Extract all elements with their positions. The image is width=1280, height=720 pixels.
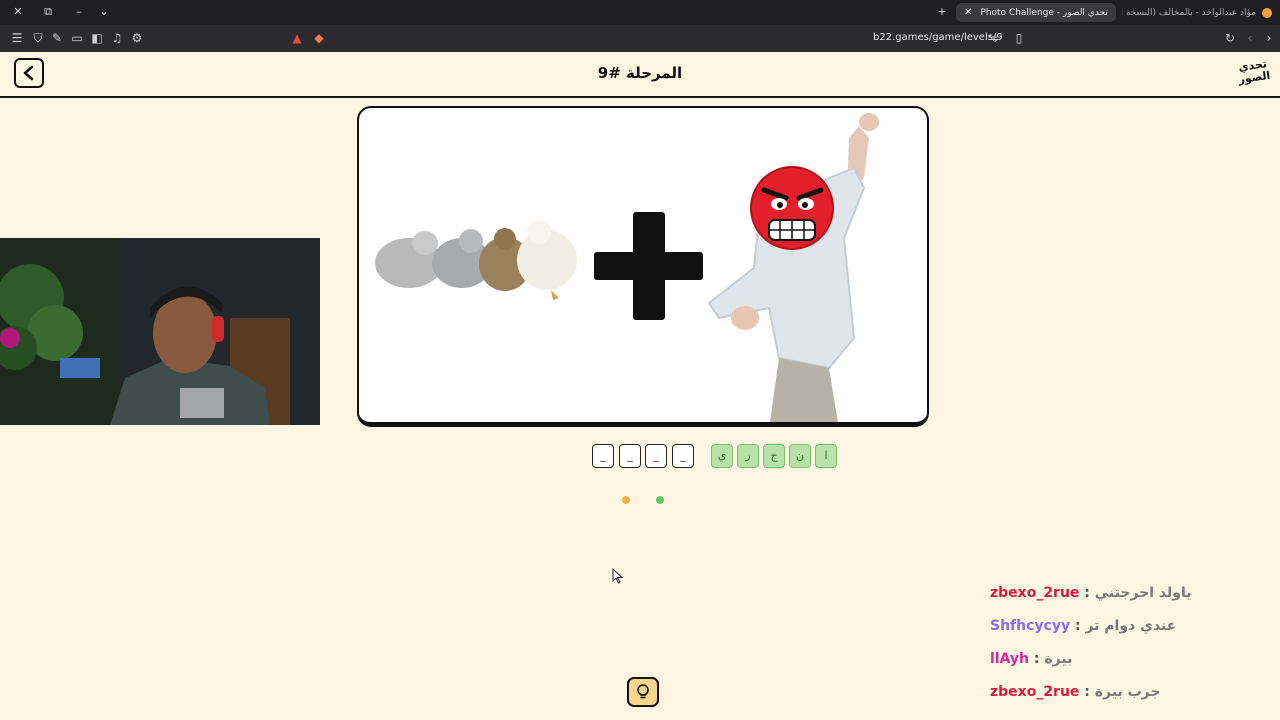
chat-text: بيرة xyxy=(1044,651,1073,667)
chat-separator: : xyxy=(1033,651,1045,667)
tabs-icon[interactable]: ▭ xyxy=(70,31,84,45)
letter-tile[interactable]: ي xyxy=(711,444,733,468)
forward-icon[interactable]: › xyxy=(1262,31,1276,45)
chicks-picture xyxy=(375,220,577,300)
game-logo[interactable]: تحدي الصور xyxy=(1234,57,1274,93)
puzzle-illustration xyxy=(375,113,879,422)
letter-tile[interactable]: ر xyxy=(737,444,759,468)
progress-dot xyxy=(622,496,630,504)
webcam-overlay xyxy=(0,238,320,425)
plus-icon xyxy=(594,212,703,320)
chat-separator: : xyxy=(1084,585,1095,601)
answer-slot[interactable]: _ xyxy=(672,444,694,468)
tab-music[interactable]: مؤاد عبدالواحد - بالمخالف (النسخة الأ xyxy=(1122,3,1280,22)
chat-text: عندي دوام تر xyxy=(1085,618,1177,634)
chat-message: llAyh : بيرة xyxy=(990,651,1072,673)
pin-icon[interactable]: ✎ xyxy=(50,31,64,45)
progress-dot xyxy=(656,496,664,504)
close-window-icon[interactable]: ✕ xyxy=(11,5,25,19)
sidebar-icon[interactable]: ◧ xyxy=(90,31,104,45)
browser-tab-bar: ✕ ⧉ – ⌄ + ✕ Photo Challenge - تحدي الصور… xyxy=(0,0,1280,25)
chat-username: zbexo_2rue xyxy=(990,585,1080,601)
answer-slot[interactable]: _ xyxy=(619,444,641,468)
level-title: المرحلة #9 xyxy=(597,64,683,82)
chat-username: Shfhcycyy xyxy=(990,618,1071,634)
music-icon[interactable]: ♫ xyxy=(110,31,124,45)
tab-list-chevron-icon[interactable]: ⌄ xyxy=(97,5,111,19)
tune-icon[interactable]: ⇋ xyxy=(986,31,1000,45)
chat-message: zbexo_2rue : جرب بيرة xyxy=(990,684,1160,706)
chat-text: جرب بيرة xyxy=(1094,684,1161,700)
chat-username: llAyh xyxy=(990,651,1030,667)
restore-window-icon[interactable]: ⧉ xyxy=(41,5,55,19)
letter-tile[interactable]: ن xyxy=(789,444,811,468)
answer-slot[interactable]: _ xyxy=(592,444,614,468)
chat-username: zbexo_2rue xyxy=(990,684,1080,700)
extensions-icon[interactable]: ⚙ xyxy=(130,31,144,45)
letter-tile[interactable]: ج xyxy=(763,444,785,468)
minimize-window-icon[interactable]: – xyxy=(72,5,86,19)
url-text[interactable]: b22.games/game/levels/9 xyxy=(873,32,1003,43)
chat-message: Shfhcycyy : عندي دوام تر xyxy=(990,618,1176,640)
logo-line: الصور xyxy=(1237,68,1272,87)
bookmark-icon[interactable]: ▯ xyxy=(1012,31,1026,45)
close-tab-icon[interactable]: ✕ xyxy=(964,7,972,18)
lightbulb-icon xyxy=(637,684,649,699)
tab-favicon-icon xyxy=(1262,7,1272,18)
streamer-video xyxy=(0,238,320,425)
brave-icon[interactable]: ◆ xyxy=(312,31,326,45)
reload-icon[interactable]: ↻ xyxy=(1223,31,1237,45)
browser-toolbar: ☰ ⛉ ✎ ▭ ◧ ♫ ⚙ ▲ ◆ b22.games/game/levels/… xyxy=(0,25,1280,52)
answer-slot[interactable]: _ xyxy=(645,444,667,468)
menu-icon[interactable]: ☰ xyxy=(10,31,24,45)
chat-separator: : xyxy=(1084,684,1095,700)
chat-text: ياولد احرجتني xyxy=(1094,585,1192,601)
back-icon[interactable]: ‹ xyxy=(1243,31,1257,45)
tab-photo-challenge[interactable]: ✕ Photo Challenge - تحدي الصور xyxy=(956,3,1116,22)
chat-separator: : xyxy=(1074,618,1086,634)
letter-tile[interactable]: ا xyxy=(815,444,837,468)
tab-title: Photo Challenge - تحدي الصور xyxy=(980,7,1108,18)
new-tab-icon[interactable]: + xyxy=(935,5,949,19)
warning-icon[interactable]: ▲ xyxy=(290,31,304,45)
tab-title: مؤاد عبدالواحد - بالمخالف (النسخة الأ xyxy=(1122,7,1256,18)
angry-boy-picture xyxy=(707,113,879,422)
hint-button[interactable] xyxy=(627,677,659,707)
mouse-cursor-icon xyxy=(612,568,624,584)
puzzle-image xyxy=(357,106,929,427)
shield-icon[interactable]: ⛉ xyxy=(31,31,45,45)
game-header: المرحلة #9 تحدي الصور xyxy=(0,52,1280,98)
chat-message: zbexo_2rue : ياولد احرجتني xyxy=(990,585,1192,607)
